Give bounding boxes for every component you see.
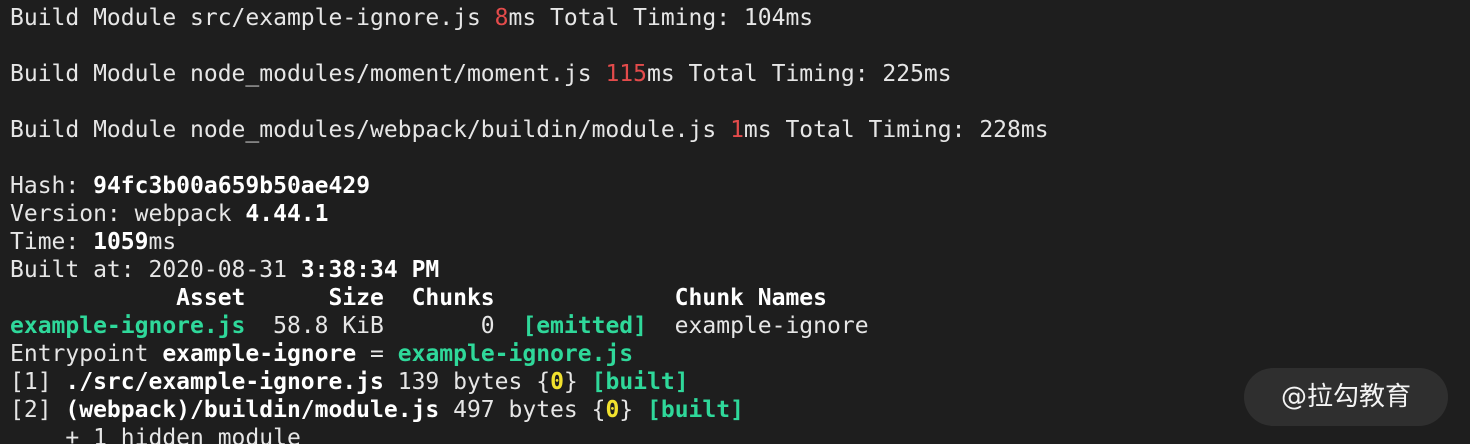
built-at-line: Built at: 2020-08-31 3:38:34 PM — [10, 256, 1470, 284]
built-at-label: Built at: 2020-08-31 — [10, 257, 301, 283]
hash-value: 94fc3b00a659b50ae429 — [93, 173, 371, 199]
hidden-module-line: + 1 hidden module — [10, 425, 301, 444]
build-line-suffix: ms Total Timing: 228ms — [743, 117, 1049, 143]
asset-chunk-name: example-ignore — [646, 313, 869, 339]
asset-row: example-ignore.js 58.8 KiB 0 [emitted] e… — [10, 312, 1470, 340]
built-badge: [built] — [647, 397, 744, 423]
build-line-suffix: ms Total Timing: 225ms — [646, 61, 952, 87]
module-chunk: 0 — [605, 397, 620, 423]
asset-table-header: Asset Size Chunks Chunk Names — [10, 285, 827, 311]
hash-label: Hash: — [10, 173, 94, 199]
built-at-time: 3:38:34 PM — [300, 257, 440, 283]
module-size: 139 bytes { — [383, 369, 551, 395]
build-line-ms: 1 — [730, 117, 744, 143]
entrypoint-name: example-ignore — [162, 341, 357, 367]
module-close: } — [619, 397, 647, 423]
build-module-line: Build Module src/example-ignore.js 8ms T… — [10, 4, 1470, 32]
build-line-suffix: ms Total Timing: 104ms — [508, 5, 814, 31]
module-close: } — [563, 369, 592, 395]
time-line: Time: 1059ms — [10, 228, 1470, 256]
version-value: 4.44.1 — [245, 201, 329, 227]
hash-line: Hash: 94fc3b00a659b50ae429 — [10, 172, 1470, 200]
built-badge: [built] — [591, 369, 689, 395]
entrypoint-label: Entrypoint — [10, 341, 163, 367]
build-line-text: Build Module src/example-ignore.js — [10, 5, 495, 31]
module-chunk: 0 — [550, 369, 564, 395]
module-path: (webpack)/buildin/module.js — [65, 397, 440, 423]
version-label: Version: webpack — [10, 201, 246, 227]
terminal-output: Build Module src/example-ignore.js 8ms T… — [0, 0, 1470, 444]
entrypoint-file: example-ignore.js — [397, 341, 634, 367]
emitted-badge: [emitted] — [522, 313, 647, 339]
entrypoint-line: Entrypoint example-ignore = example-igno… — [10, 340, 1470, 368]
module-id: [2] — [10, 397, 66, 423]
build-line-text: Build Module node_modules/moment/moment.… — [10, 61, 606, 87]
time-value: 1059 — [93, 229, 149, 255]
build-module-line: Build Module node_modules/webpack/buildi… — [10, 116, 1470, 144]
asset-name: example-ignore.js — [10, 313, 246, 339]
version-line: Version: webpack 4.44.1 — [10, 200, 1470, 228]
build-module-line: Build Module node_modules/moment/moment.… — [10, 60, 1470, 88]
module-id: [1] — [10, 369, 66, 395]
build-line-ms: 115 — [605, 61, 647, 87]
time-label: Time: — [10, 229, 94, 255]
asset-size-chunks: 58.8 KiB 0 — [245, 313, 523, 339]
build-line-ms: 8 — [494, 5, 509, 31]
module-size: 497 bytes { — [439, 397, 606, 423]
watermark-logo: @拉勾教育 — [1244, 368, 1448, 426]
entrypoint-eq: = — [356, 341, 398, 367]
time-unit: ms — [148, 229, 177, 255]
module-path: ./src/example-ignore.js — [65, 369, 384, 395]
build-line-text: Build Module node_modules/webpack/buildi… — [10, 117, 731, 143]
